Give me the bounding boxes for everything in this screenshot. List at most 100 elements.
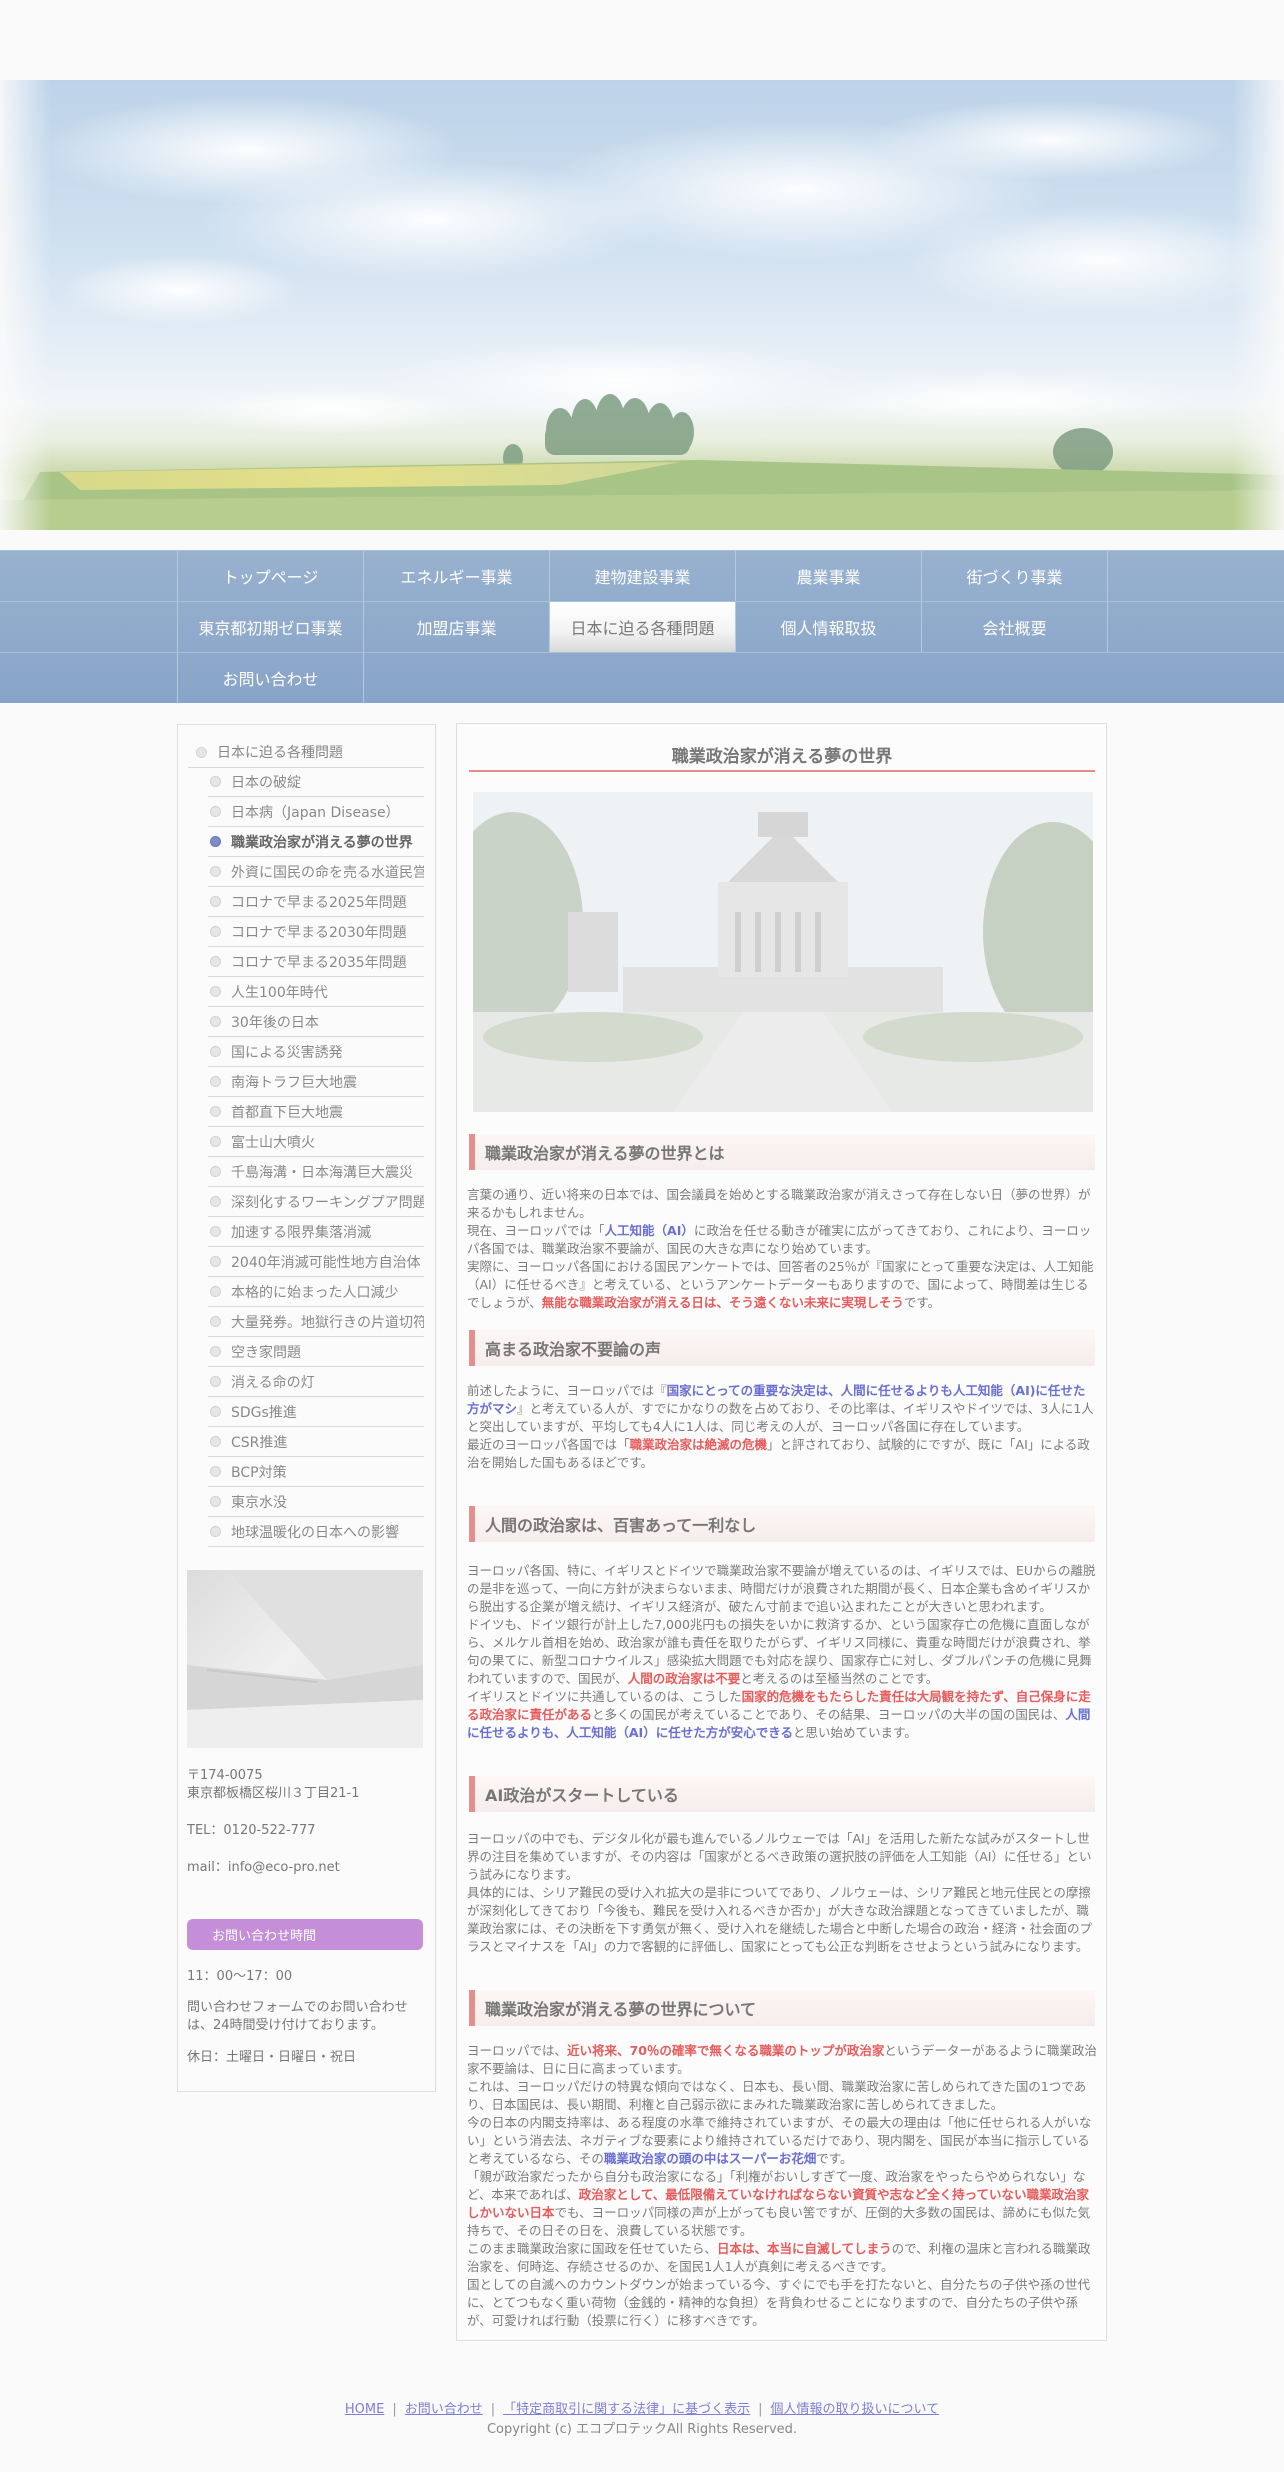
sidebar-item-label: 首都直下巨大地震 (231, 1104, 343, 1121)
text-span: 現在、ヨーロッパでは「 (467, 1223, 605, 1238)
paragraph: 「親が政治家だったから自分も政治家になる」「利権がおいしすぎて一度、政治家をやっ… (467, 2168, 1097, 2240)
sidebar-item[interactable]: CSR推進 (208, 1427, 424, 1457)
footer-link-commercial-law[interactable]: 「特定商取引に関する法律」に基づく表示 (503, 2402, 750, 2417)
sidebar-item[interactable]: 日本の破綻 (208, 767, 424, 797)
telephone: TEL：0120-522-777 (187, 1823, 316, 1838)
sidebar-item[interactable]: 首都直下巨大地震 (208, 1097, 424, 1127)
sidebar-item-label: 深刻化するワーキングプア問題 (231, 1194, 424, 1211)
main-content: 職業政治家が消える夢の世界 職業政治家が消える夢の世界とは 言葉の通り、近い将来… (456, 723, 1107, 2341)
text-span: 前述したように、ヨーロッパでは『 (467, 1383, 667, 1398)
paragraph: ヨーロッパ各国、特に、イギリスとドイツで職業政治家不要論が増えているのは、イギリ… (467, 1563, 1096, 1614)
bullet-icon (210, 1106, 221, 1117)
sidebar-item[interactable]: 東京水没 (208, 1487, 424, 1517)
sidebar-item[interactable]: 南海トラフ巨大地震 (208, 1067, 424, 1097)
bullet-icon (210, 1166, 221, 1177)
bullet-icon (210, 1196, 221, 1207)
sidebar-item[interactable]: 富士山大噴火 (208, 1127, 424, 1157)
footer-link-home[interactable]: HOME (345, 2402, 384, 2417)
sidebar-item-label: 空き家問題 (231, 1344, 301, 1361)
sidebar-item[interactable]: 2040年消滅可能性地方自治体 (208, 1247, 424, 1277)
sidebar-heading[interactable]: 日本に迫る各種問題 (188, 737, 424, 768)
bullet-icon (210, 1286, 221, 1297)
paragraph: 言葉の通り、近い将来の日本では、国会議員を始めとする職業政治家が消えさって存在し… (467, 1187, 1091, 1220)
sidebar-item[interactable]: BCP対策 (208, 1457, 424, 1487)
sidebar-item[interactable]: 地球温暖化の日本への影響 (208, 1517, 424, 1547)
nav-item-town[interactable]: 街づくり事業 (921, 551, 1108, 601)
sidebar-item-label: 人生100年時代 (231, 984, 328, 1001)
sidebar-item[interactable]: SDGs推進 (208, 1397, 424, 1427)
section-heading: 高まる政治家不要論の声 (469, 1330, 1095, 1366)
text-span: このまま職業政治家に国政を任せていたら、 (467, 2241, 718, 2256)
footer-link-contact[interactable]: お問い合わせ (405, 2402, 483, 2417)
nav-item-contact[interactable]: お問い合わせ (177, 653, 364, 703)
sidebar-item-label: CSR推進 (231, 1434, 288, 1451)
bullet-icon (210, 1226, 221, 1237)
business-hours: 11：00～17：00 (187, 1969, 293, 1984)
bullet-icon (210, 1526, 221, 1537)
section-body: 言葉の通り、近い将来の日本では、国会議員を始めとする職業政治家が消えさって存在し… (467, 1186, 1097, 1312)
footer-links: HOME | お問い合わせ | 「特定商取引に関する法律」に基づく表示 | 個人情報の取り扱… (0, 2398, 1284, 2417)
sidebar-heading-label: 日本に迫る各種問題 (217, 745, 343, 761)
highlight-text: 無能な職業政治家が消える日は、そう遠くない未来に実現しそう (541, 1295, 904, 1310)
nav-item-top[interactable]: トップページ (177, 551, 363, 601)
paragraph: 前述したように、ヨーロッパでは『国家にとっての重要な決定は、人間に任せるよりも人… (467, 1382, 1097, 1436)
section-body: 前述したように、ヨーロッパでは『国家にとっての重要な決定は、人間に任せるよりも人… (467, 1382, 1097, 1472)
bullet-icon (210, 1466, 221, 1477)
nav-item-franchise[interactable]: 加盟店事業 (363, 602, 549, 652)
nav-item-tokyo-zero[interactable]: 東京都初期ゼロ事業 (177, 602, 363, 652)
sidebar-item[interactable]: コロナで早まる2035年問題 (208, 947, 424, 977)
sidebar-item[interactable]: 30年後の日本 (208, 1007, 424, 1037)
sidebar-item[interactable]: 加速する限界集落消滅 (208, 1217, 424, 1247)
text-span: と思い始めています。 (792, 1725, 917, 1740)
diet-building-illustration (473, 792, 1093, 1112)
paragraph: イギリスとドイツに共通しているのは、こうした国家的危機をもたらした責任は大局観を… (467, 1688, 1097, 1742)
section-heading: 職業政治家が消える夢の世界について (469, 1990, 1095, 2026)
bullet-icon (210, 1046, 221, 1057)
footer-link-privacy[interactable]: 個人情報の取り扱いについて (771, 2402, 940, 2417)
sidebar-item[interactable]: 千島海溝・日本海溝巨大震災 (208, 1157, 424, 1187)
sidebar-item[interactable]: 外資に国民の命を売る水道民営化 (208, 857, 424, 887)
footer-separator: | (490, 2402, 496, 2417)
sidebar-item-label: 南海トラフ巨大地震 (231, 1074, 357, 1091)
nav-row-3: お問い合わせ (0, 652, 1284, 704)
contact-hours-button[interactable]: お問い合わせ時間 (187, 1919, 423, 1950)
sidebar-item[interactable]: 国による災害誘発 (208, 1037, 424, 1067)
text-span: イギリスとドイツに共通しているのは、こうした (467, 1689, 742, 1704)
sidebar-item[interactable]: 消える命の灯 (208, 1367, 424, 1397)
highlight-text: 近い将来、70％の確率で無くなる職業のトップが政治家 (567, 2043, 885, 2058)
sidebar-item-label: 千島海溝・日本海溝巨大震災 (231, 1164, 413, 1181)
holiday-info: 休日：土曜日・日曜日・祝日 (187, 2050, 357, 2065)
sidebar-item-label: 地球温暖化の日本への影響 (231, 1524, 399, 1541)
sidebar-item[interactable]: 大量発券。地獄行きの片道切符 (208, 1307, 424, 1337)
nav-item-building[interactable]: 建物建設事業 (549, 551, 735, 601)
nav-item-company[interactable]: 会社概要 (921, 602, 1108, 652)
footer-separator: | (392, 2402, 397, 2417)
sidebar-item-label: 日本の破綻 (231, 774, 301, 791)
bullet-icon (210, 1406, 221, 1417)
sidebar-item[interactable]: 深刻化するワーキングプア問題 (208, 1187, 424, 1217)
sidebar-item-label: 外資に国民の命を売る水道民営化 (231, 864, 424, 881)
bullet-icon (210, 1436, 221, 1447)
nav-item-japan-issues[interactable]: 日本に迫る各種問題 (549, 602, 735, 652)
sidebar-item-current[interactable]: 職業政治家が消える夢の世界 (208, 827, 424, 857)
global-navigation: トップページ エネルギー事業 建物建設事業 農業事業 街づくり事業 東京都初期ゼ… (0, 550, 1284, 703)
sidebar-item[interactable]: 本格的に始まった人口減少 (208, 1277, 424, 1307)
text-span: 最近のヨーロッパ各国では「 (467, 1437, 630, 1452)
sidebar-item[interactable]: コロナで早まる2025年問題 (208, 887, 424, 917)
bullet-icon (210, 956, 221, 967)
address: 東京都板橋区桜川３丁目21-1 (187, 1786, 360, 1801)
nav-item-agriculture[interactable]: 農業事業 (735, 551, 921, 601)
nav-item-privacy[interactable]: 個人情報取扱 (735, 602, 921, 652)
sidebar-item-label: 東京水没 (231, 1494, 287, 1511)
highlight-text: 職業政治家の頭の中はスーパーお花畑 (603, 2151, 817, 2166)
text-span: でも、ヨーロッパ同様の声が上がっても良い筈ですが、圧倒的大多数の国民は、諦めにも… (467, 2205, 1091, 2238)
highlight-text: 職業政治家は絶滅の危機 (629, 1437, 768, 1452)
sidebar-item-label: SDGs推進 (231, 1404, 297, 1421)
postal-code: 〒174-0075 (187, 1768, 263, 1783)
nav-item-energy[interactable]: エネルギー事業 (363, 551, 549, 601)
sidebar-item[interactable]: 日本病（Japan Disease） (208, 797, 424, 827)
sidebar-item[interactable]: 人生100年時代 (208, 977, 424, 1007)
sidebar-item-label: コロナで早まる2025年問題 (231, 894, 407, 911)
sidebar-item[interactable]: 空き家問題 (208, 1337, 424, 1367)
sidebar-item[interactable]: コロナで早まる2030年問題 (208, 917, 424, 947)
